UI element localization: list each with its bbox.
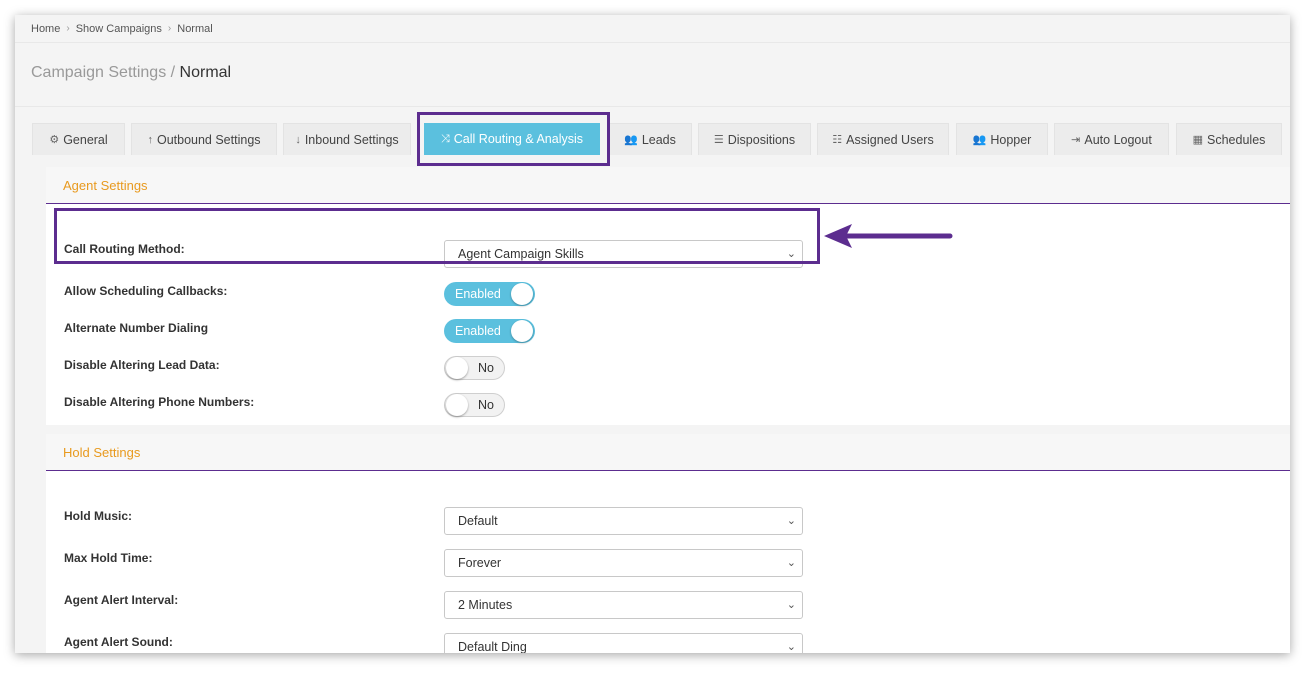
breadcrumb-home[interactable]: Home: [31, 23, 60, 35]
alternate-number-dialing-toggle[interactable]: Enabled: [444, 319, 535, 343]
breadcrumb-show-campaigns[interactable]: Show Campaigns: [76, 23, 162, 35]
disable-altering-phone-numbers-toggle[interactable]: No: [444, 393, 505, 417]
tab-hopper[interactable]: 👥 Hopper: [956, 123, 1048, 155]
field-label: Call Routing Method:: [64, 242, 185, 256]
breadcrumb-separator: ›: [167, 23, 172, 34]
page-title: Campaign Settings / Normal: [31, 64, 231, 82]
tab-outbound-settings[interactable]: ↑ Outbound Settings: [131, 123, 277, 155]
page-title-prefix: Campaign Settings /: [31, 64, 176, 81]
shuffle-icon: ⤨: [440, 132, 450, 145]
toggle-state: Enabled: [455, 324, 501, 338]
tab-assigned-users[interactable]: ☷ Assigned Users: [817, 123, 949, 155]
agent-alert-sound-select[interactable]: Default Ding ⌄: [444, 633, 803, 653]
arrow-up-icon: ↑: [147, 133, 153, 146]
field-label: Alternate Number Dialing: [64, 321, 209, 335]
section-title: Hold Settings: [46, 434, 1290, 471]
hold-settings-panel: Hold Settings Hold Music: Default ⌄ Max …: [46, 434, 1290, 653]
tab-label: Hopper: [990, 132, 1032, 147]
gears-icon: ⚙: [49, 134, 60, 146]
toggle-knob: [511, 283, 533, 305]
header-divider: [15, 106, 1290, 107]
page-title-current: Normal: [179, 64, 232, 81]
chevron-down-icon: ⌄: [786, 557, 796, 569]
field-label: Agent Alert Interval:: [64, 593, 179, 607]
tab-label: Inbound Settings: [304, 132, 399, 147]
toggle-state: No: [478, 361, 494, 375]
tab-inbound-settings[interactable]: ↓ Inbound Settings: [283, 123, 411, 155]
tab-general[interactable]: ⚙ General: [32, 123, 125, 155]
allow-scheduling-callbacks-toggle[interactable]: Enabled: [444, 282, 535, 306]
calendar-icon: ▦: [1192, 134, 1204, 146]
call-routing-method-select[interactable]: Agent Campaign Skills ⌄: [444, 240, 803, 268]
select-value: Default Ding: [458, 640, 527, 653]
tab-label: General: [63, 132, 108, 147]
chevron-down-icon: ⌄: [786, 515, 796, 527]
tab-label: Assigned Users: [846, 132, 934, 147]
agent-alert-interval-select[interactable]: 2 Minutes ⌄: [444, 591, 803, 619]
toggle-knob: [446, 394, 468, 416]
tab-label: Outbound Settings: [156, 132, 261, 147]
tab-content: Agent Settings Call Routing Method: Agen…: [32, 155, 1290, 653]
list-icon: ☰: [713, 134, 724, 146]
field-label: Disable Altering Lead Data:: [64, 358, 220, 372]
users-icon: 👥: [972, 134, 987, 146]
toggle-knob: [446, 357, 468, 379]
tab-dispositions[interactable]: ☰ Dispositions: [698, 123, 811, 155]
select-value: 2 Minutes: [458, 598, 513, 612]
tab-schedules[interactable]: ▦ Schedules: [1176, 123, 1282, 155]
field-label: Hold Music:: [64, 509, 132, 523]
select-value: Forever: [458, 556, 502, 570]
users-icon: 👥: [624, 134, 638, 146]
agent-settings-panel: Agent Settings Call Routing Method: Agen…: [46, 167, 1290, 425]
chevron-down-icon: ⌄: [786, 641, 796, 653]
app-window: Home › Show Campaigns › Normal Campaign …: [15, 15, 1290, 653]
chevron-down-icon: ⌄: [786, 599, 796, 611]
tab-label: Call Routing & Analysis: [453, 132, 584, 146]
sign-out-icon: ⇥: [1071, 134, 1081, 146]
breadcrumb: Home › Show Campaigns › Normal: [15, 15, 1290, 43]
field-label: Disable Altering Phone Numbers:: [64, 395, 255, 409]
section-title: Agent Settings: [46, 167, 1290, 204]
tab-label: Schedules: [1207, 132, 1266, 147]
toggle-knob: [511, 320, 533, 342]
tab-label: Leads: [641, 132, 676, 147]
chevron-down-icon: ⌄: [786, 248, 796, 260]
select-value: Agent Campaign Skills: [458, 247, 584, 261]
field-label: Agent Alert Sound:: [64, 635, 173, 649]
toggle-state: Enabled: [455, 287, 501, 301]
select-value: Default: [458, 514, 498, 528]
hold-music-select[interactable]: Default ⌄: [444, 507, 803, 535]
tab-label: Dispositions: [727, 132, 796, 147]
breadcrumb-separator: ›: [66, 23, 70, 34]
breadcrumb-current: Normal: [177, 22, 213, 35]
toggle-state: No: [478, 398, 494, 412]
list-ordered-icon: ☷: [832, 134, 843, 146]
tab-auto-logout[interactable]: ⇥ Auto Logout: [1054, 123, 1169, 155]
max-hold-time-select[interactable]: Forever ⌄: [444, 549, 803, 577]
field-label: Allow Scheduling Callbacks:: [64, 284, 228, 298]
tab-call-routing-analysis[interactable]: ⤨ Call Routing & Analysis: [424, 123, 600, 155]
tab-label: Auto Logout: [1084, 132, 1152, 147]
disable-altering-lead-data-toggle[interactable]: No: [444, 356, 505, 380]
field-label: Max Hold Time:: [64, 551, 153, 565]
tab-leads[interactable]: 👥 Leads: [608, 123, 692, 155]
arrow-down-icon: ↓: [295, 133, 301, 146]
